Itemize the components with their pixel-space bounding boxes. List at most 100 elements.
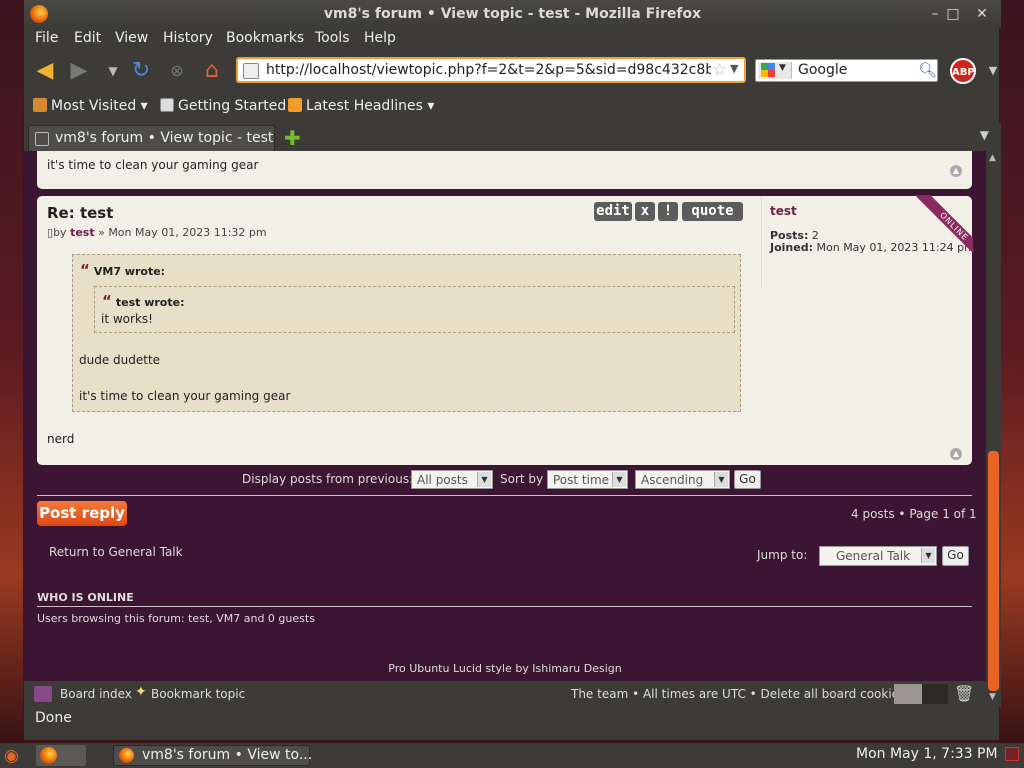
rss-icon [288,98,302,112]
bookmark-getting-started[interactable]: Getting Started [160,98,286,114]
sort-go-button[interactable]: Go [734,470,761,489]
back-to-top-icon[interactable]: ▲ [950,165,962,177]
status-bar: Done [24,707,1001,729]
menu-tools[interactable]: Tools [315,30,350,46]
menu-file[interactable]: File [35,30,58,46]
scroll-up-icon[interactable]: ▲ [989,153,996,163]
post-author[interactable]: test [70,226,95,239]
taskbar-firefox-task[interactable]: vm8's forum • View to... [113,745,312,766]
vertical-scrollbar[interactable]: ▲ ▼ [986,151,1001,707]
tray-icon[interactable] [1005,747,1019,761]
reload-icon[interactable]: ↻ [128,58,154,84]
new-tab-icon[interactable]: ✚ [284,126,301,150]
page-icon [160,98,174,112]
minimize-button[interactable]: – [925,4,945,24]
window-title: vm8's forum • View topic - test - Mozill… [323,6,702,22]
style-credit: Pro Ubuntu Lucid style by Ishimaru Desig… [388,662,622,675]
previous-post: it's time to clean your gaming gear ▲ [37,151,972,189]
bookmark-star-icon[interactable]: ☆ [712,60,727,80]
tab-list-icon[interactable]: ▼ [980,128,989,142]
order-select[interactable]: Ascending ▼ [635,470,730,489]
menu-history[interactable]: History [163,30,213,46]
bookmark-most-visited[interactable]: Most Visited ▾ [33,98,148,114]
post-reply-button[interactable]: Post reply [37,501,127,526]
url-text[interactable]: http://localhost/viewtopic.php?f=2&t=2&p… [266,62,711,78]
post-by: by [53,226,67,239]
sort-select[interactable]: Post time ▼ [547,470,628,489]
adblock-icon[interactable]: ABP [950,58,976,84]
post-body: nerd [47,432,75,446]
url-dropdown-icon[interactable]: ▼ [730,62,738,75]
bookmark-topic-icon: ✦ [135,684,147,700]
navigation-toolbar: ◀ ▶ ▼ ↻ ⊗ ⌂ http://localhost/viewtopic.p… [24,52,1001,90]
font-size-toggle[interactable] [894,684,922,704]
menu-help[interactable]: Help [364,30,396,46]
tab-label[interactable]: vm8's forum • View topic - test [55,130,273,146]
abp-dropdown-icon[interactable]: ▼ [980,58,1006,84]
board-index-link[interactable]: Board index [60,687,132,701]
dropdown-arrow-icon: ▼ [714,472,728,487]
sort-label: Sort by [500,472,544,486]
scroll-down-icon[interactable]: ▼ [989,692,996,702]
return-link[interactable]: Return to General Talk [49,545,183,559]
search-icon[interactable]: 🔍︎ [918,61,937,79]
inner-quote: “test wrote: it works! [94,286,735,333]
post-meta: ▯by test » Mon May 01, 2023 11:32 pm [47,226,267,239]
dropdown-arrow-icon: ▼ [477,472,491,487]
trash-icon[interactable]: 🗑︎ [954,684,974,703]
task-label[interactable]: vm8's forum • View to... [142,747,312,763]
site-identity-icon[interactable] [243,63,259,79]
stop-icon[interactable]: ⊗ [164,58,190,84]
menu-edit[interactable]: Edit [74,30,101,46]
footer-links[interactable]: The team • All times are UTC • Delete al… [571,687,905,701]
report-button[interactable]: ! [658,202,678,221]
firefox-launcher[interactable] [36,745,86,766]
online-badge: ONLINE [901,195,973,267]
search-engine-selector[interactable]: ▼ [758,62,792,79]
clock[interactable]: Mon May 1, 7:33 PM [856,746,998,762]
profile-username[interactable]: test [770,204,797,218]
page-content: it's time to clean your gaming gear ▲ Re… [24,151,986,681]
tab-favicon [35,132,49,146]
scrollbar-thumb[interactable] [988,451,999,691]
bookmark-topic-link[interactable]: Bookmark topic [151,687,245,701]
font-size-toggle-dark[interactable] [922,684,948,704]
back-to-top-icon[interactable]: ▲ [950,448,962,460]
pagination: 4 posts • Page 1 of 1 [851,507,977,521]
bookmark-latest-headlines[interactable]: Latest Headlines ▾ [288,98,434,114]
menu-bar: File Edit View History Bookmarks Tools H… [24,28,1001,50]
back-icon[interactable]: ◀ [32,58,58,84]
search-input[interactable]: ▼ Google 🔍︎ [755,59,938,82]
tab-bar: vm8's forum • View topic - test ✚ ▼ [24,123,1001,151]
forward-icon[interactable]: ▶ [66,58,92,84]
menu-bookmarks[interactable]: Bookmarks [226,30,304,46]
post-title[interactable]: Re: test [47,204,113,222]
ubuntu-menu-icon[interactable]: ◉ [4,746,19,766]
inner-quote-cite: “test wrote: [102,292,185,310]
jump-select[interactable]: General Talk ▼ [819,546,937,566]
delete-button[interactable]: x [635,202,655,221]
tab-forum[interactable]: vm8's forum • View topic - test [28,125,275,151]
maximize-button[interactable]: □ [943,4,963,24]
edit-button[interactable]: edit [594,202,632,221]
quote-button[interactable]: quote [682,202,743,221]
menu-view[interactable]: View [115,30,148,46]
display-label: Display posts from previous: [242,472,414,486]
close-button[interactable]: ✕ [972,4,992,24]
inner-quote-text: it works! [101,312,153,326]
divider [37,495,972,496]
who-is-online-heading: WHO IS ONLINE [37,591,134,604]
dropdown-arrow-icon: ▼ [612,472,626,487]
history-dropdown-icon[interactable]: ▼ [100,58,126,84]
taskbar: ◉ vm8's forum • View to... Mon May 1, 7:… [0,743,1024,768]
bookmarks-toolbar: Most Visited ▾ Getting Started Latest He… [24,93,1001,121]
home-icon[interactable]: ⌂ [199,58,225,84]
divider [37,606,972,607]
jump-go-button[interactable]: Go [942,546,969,566]
url-bar[interactable]: http://localhost/viewtopic.php?f=2&t=2&p… [236,57,746,83]
display-select[interactable]: All posts ▼ [411,470,493,489]
post-date: » Mon May 01, 2023 11:32 pm [98,226,267,239]
jump-label: Jump to: [757,548,808,562]
quote-line-1: dude dudette [79,353,161,367]
search-placeholder[interactable]: Google [798,62,847,78]
